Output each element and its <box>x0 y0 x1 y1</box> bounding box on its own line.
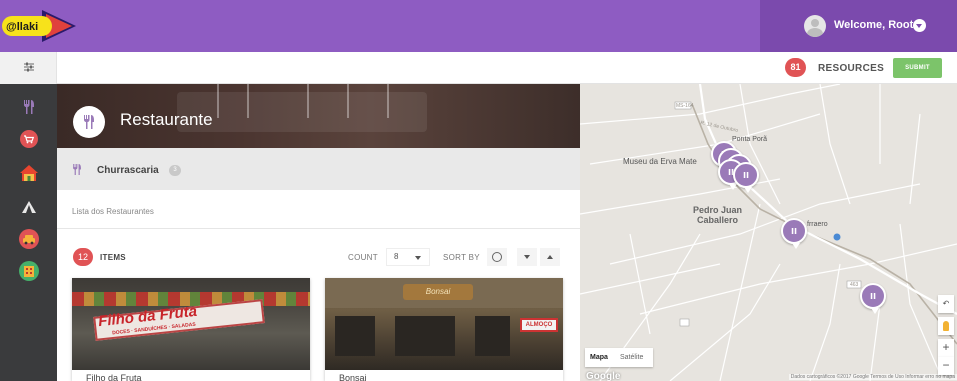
category-sidebar <box>0 84 57 381</box>
map-road-shield: 463 <box>850 282 859 288</box>
map-type-satellite[interactable]: Satélite <box>620 354 643 361</box>
tent-icon <box>22 201 36 213</box>
user-menu[interactable]: Welcome, Root <box>760 0 957 52</box>
photo-side-sign: ALMOÇO <box>520 318 558 332</box>
pegman-icon <box>943 321 949 331</box>
filter-toggle-button[interactable] <box>0 52 57 84</box>
subcategory-label[interactable]: Churrascaria <box>97 165 159 176</box>
sidebar-item-restaurant[interactable] <box>18 96 40 118</box>
map-type-control: Mapa Satélite <box>585 348 653 367</box>
app-logo[interactable]: @llaki <box>2 8 78 44</box>
sort-descending-button[interactable] <box>517 248 537 266</box>
count-value: 8 <box>394 252 399 261</box>
sliders-icon <box>24 62 34 72</box>
page-title: Restaurante <box>120 110 213 129</box>
sidebar-item-camping[interactable] <box>18 196 40 218</box>
car-icon <box>19 229 39 249</box>
divider <box>57 228 580 229</box>
fork-knife-icon: ıı <box>869 289 877 302</box>
map-marker[interactable]: ıı <box>781 218 807 249</box>
items-label: ITEMS <box>100 253 126 262</box>
map-attribution[interactable]: Dados cartográficos ©2017 Google Termos … <box>788 374 957 380</box>
subcategory-count-badge: 3 <box>169 165 181 176</box>
fork-knife-icon <box>73 164 81 175</box>
restaurant-name[interactable]: Bonsai <box>339 373 367 381</box>
google-logo: Google <box>586 371 621 381</box>
count-select[interactable]: 8 <box>386 248 430 266</box>
map-city-label: Pedro Juan Caballero <box>693 205 743 225</box>
house-icon <box>20 165 38 181</box>
restaurant-card[interactable]: Bonsai ALMOÇO Bonsai <box>325 278 563 381</box>
sort-by-label: SORT BY <box>443 253 480 262</box>
sort-by-time-button[interactable] <box>487 248 507 266</box>
top-bar: @llaki Welcome, Root <box>0 0 957 52</box>
restaurant-card[interactable]: Filho da Fruta DOCES · SANDUÍCHES · SALA… <box>72 278 310 381</box>
restaurant-photo: Bonsai ALMOÇO <box>325 278 563 370</box>
map-road-shield: MS-164 <box>676 103 694 109</box>
category-hero: Restaurante <box>57 84 580 148</box>
hotel-icon <box>19 261 39 281</box>
fork-knife-icon: ıı <box>790 224 798 237</box>
map-roads <box>580 84 957 381</box>
rotate-icon[interactable]: ↶ <box>938 295 954 313</box>
map-type-map[interactable]: Mapa <box>590 354 608 361</box>
restaurant-name[interactable]: Filho da Fruta <box>86 373 142 381</box>
sidebar-item-transport[interactable] <box>18 228 40 250</box>
sort-ascending-button[interactable] <box>540 248 560 266</box>
submit-button[interactable]: SUBMIT <box>893 58 942 78</box>
resources-count-badge: 81 <box>785 58 806 77</box>
sidebar-item-housing[interactable] <box>18 162 40 184</box>
count-label: COUNT <box>348 253 378 262</box>
restaurant-photo: Filho da Fruta DOCES · SANDUÍCHES · SALA… <box>72 278 310 370</box>
list-description: Lista dos Restaurantes <box>72 207 154 216</box>
photo-sign-text: Bonsai <box>403 284 473 300</box>
map-poi-label: Museu da Erva Mate <box>623 157 697 166</box>
app-root: @llaki Welcome, Root 81 RESOURCES SUBMIT <box>0 0 957 381</box>
map-view[interactable]: MS-164 R. 12 de Outubro Ponta Porã Museu… <box>580 84 957 381</box>
hero-category-icon <box>73 106 105 138</box>
hero-background <box>177 92 427 132</box>
map-city-label: Ponta Porã <box>732 136 768 143</box>
zoom-in-button[interactable]: + <box>938 339 954 357</box>
sidebar-item-shopping[interactable] <box>18 128 40 150</box>
shopping-cart-icon <box>20 130 38 148</box>
zoom-out-button[interactable]: − <box>938 357 954 375</box>
map-marker[interactable]: ıı <box>860 283 886 314</box>
items-count-badge: 12 <box>73 248 93 266</box>
logo-text: @llaki <box>6 21 38 33</box>
chevron-down-icon[interactable] <box>913 19 926 32</box>
avatar[interactable] <box>804 15 826 37</box>
sidebar-item-hotel[interactable] <box>18 260 40 282</box>
resources-label[interactable]: RESOURCES <box>818 63 884 74</box>
subcategory-bar[interactable]: Churrascaria 3 <box>57 148 580 190</box>
fork-knife-icon <box>24 100 34 114</box>
fork-knife-icon: ıı <box>742 168 750 181</box>
sub-bar: 81 RESOURCES SUBMIT <box>0 52 957 84</box>
map-marker[interactable]: ıı <box>733 162 759 193</box>
street-view-button[interactable] <box>938 317 954 335</box>
welcome-text: Welcome, Root <box>834 19 914 31</box>
fork-knife-icon <box>84 115 94 129</box>
map-poi-label: frraero <box>807 221 828 228</box>
chevron-down-icon <box>415 256 421 260</box>
